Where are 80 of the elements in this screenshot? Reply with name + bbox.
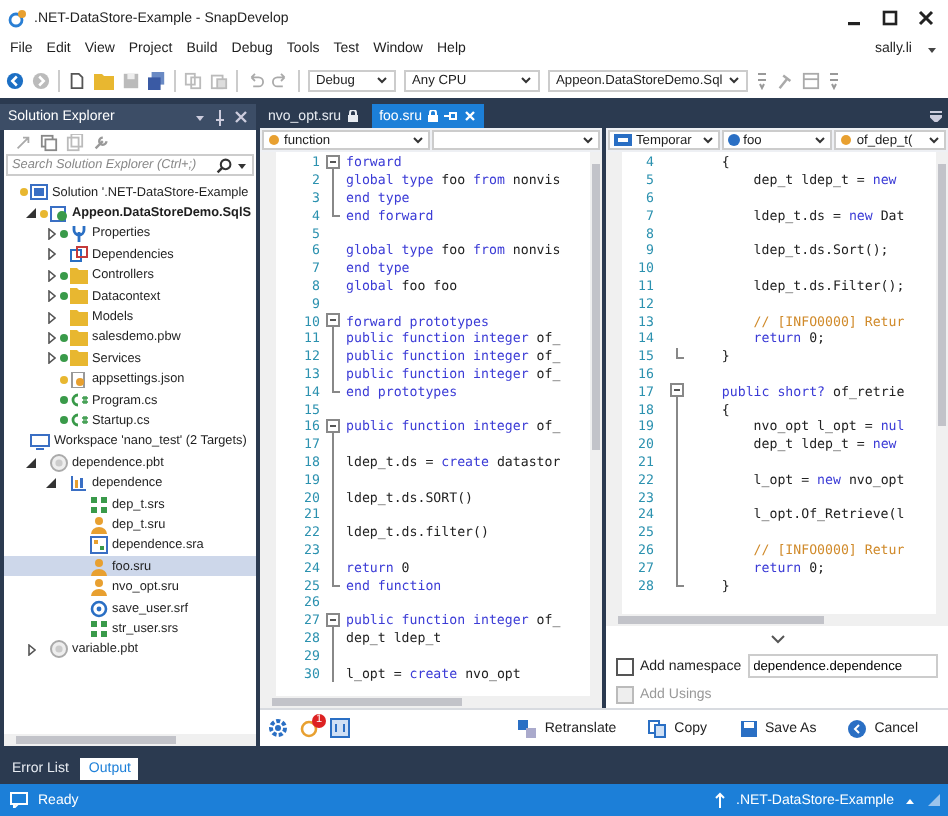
- collapsed-arrow-icon[interactable]: [47, 331, 55, 344]
- user-object-icon: [90, 557, 108, 576]
- resize-grip-icon[interactable]: [926, 792, 942, 808]
- cancel-icon: [848, 719, 867, 737]
- collapsed-arrow-icon[interactable]: [47, 269, 55, 282]
- caret-icon: [582, 134, 594, 146]
- save-icon: [739, 719, 758, 737]
- search-icon[interactable]: [216, 157, 232, 173]
- collapsed-arrow-icon[interactable]: [47, 352, 55, 365]
- namespace-icon: [614, 134, 632, 146]
- vertical-scrollbar[interactable]: [590, 152, 602, 696]
- checkbox[interactable]: [616, 657, 634, 675]
- caret-icon[interactable]: [926, 43, 938, 55]
- method-icon: [840, 134, 853, 146]
- collapse-icon[interactable]: [326, 417, 340, 436]
- application-icon: [90, 536, 108, 555]
- collapsed-arrow-icon[interactable]: [27, 643, 35, 656]
- user-object-icon: [90, 578, 108, 597]
- collapse-all-icon[interactable]: [40, 133, 58, 151]
- copy-icon: [648, 719, 667, 737]
- horizontal-scrollbar[interactable]: [260, 696, 602, 708]
- lock-icon: [428, 110, 438, 122]
- collapsed-arrow-icon[interactable]: [47, 248, 55, 261]
- caret-icon: [376, 74, 388, 86]
- expanded-arrow-icon[interactable]: [26, 457, 36, 468]
- settings-icon[interactable]: [268, 718, 288, 738]
- message-icon: [10, 792, 28, 808]
- vertical-scrollbar[interactable]: [936, 152, 948, 614]
- collapse-icon[interactable]: [669, 382, 683, 401]
- class-icon: [727, 134, 740, 146]
- settings-file-icon: [70, 371, 88, 388]
- close-icon[interactable]: [916, 8, 936, 28]
- app-logo-icon: [8, 8, 28, 28]
- translate-icon: [518, 719, 537, 737]
- pin-icon[interactable]: [214, 109, 226, 125]
- caret-icon: [814, 134, 827, 146]
- caret-icon[interactable]: [236, 159, 248, 171]
- target-icon: [50, 453, 68, 472]
- caret-icon[interactable]: [194, 111, 206, 123]
- target-icon: [50, 640, 68, 659]
- expanded-arrow-icon[interactable]: [26, 208, 36, 219]
- dependencies-icon: [70, 246, 88, 263]
- monitor-icon: [30, 433, 50, 450]
- chevron-down-icon[interactable]: [769, 633, 785, 643]
- caret-icon: [928, 134, 941, 146]
- csharp-file-icon: [70, 392, 88, 409]
- lock-icon: [347, 110, 358, 122]
- structure-icon: [90, 495, 108, 514]
- method-icon: [268, 134, 280, 146]
- expanded-arrow-icon[interactable]: [46, 478, 56, 489]
- tab-list-icon[interactable]: [930, 110, 942, 122]
- collapse-icon[interactable]: [326, 153, 340, 172]
- user-object-icon: [90, 515, 108, 534]
- caret-icon: [520, 74, 532, 86]
- back-icon[interactable]: [6, 71, 24, 89]
- solution-icon: [30, 184, 48, 201]
- caret-icon: [701, 134, 714, 146]
- new-file-icon[interactable]: [68, 71, 86, 89]
- save-all-icon[interactable]: [148, 71, 166, 89]
- caret-icon: [412, 134, 424, 146]
- collapsed-arrow-icon[interactable]: [47, 311, 55, 324]
- wrench-icon[interactable]: [92, 133, 110, 151]
- circle-icon[interactable]: [300, 719, 318, 737]
- horizontal-scrollbar[interactable]: [606, 614, 948, 626]
- collapse-icon[interactable]: [326, 611, 340, 630]
- library-icon: [70, 474, 88, 493]
- structure-icon: [90, 619, 108, 638]
- toolbar-options-icon[interactable]: [828, 70, 840, 90]
- collapsed-arrow-icon[interactable]: [47, 227, 55, 240]
- wrench-icon: [70, 225, 88, 242]
- up-arrow-icon: [714, 792, 727, 808]
- maximize-icon[interactable]: [880, 8, 900, 28]
- project-icon: [50, 205, 68, 222]
- toolbar-options-icon[interactable]: [756, 70, 768, 90]
- gear-icon: [90, 599, 108, 617]
- collapse-icon[interactable]: [326, 312, 340, 331]
- caret-icon: [728, 74, 740, 86]
- horizontal-scrollbar[interactable]: [4, 734, 256, 746]
- csharp-file-icon: [70, 412, 88, 429]
- collapsed-arrow-icon[interactable]: [47, 290, 55, 303]
